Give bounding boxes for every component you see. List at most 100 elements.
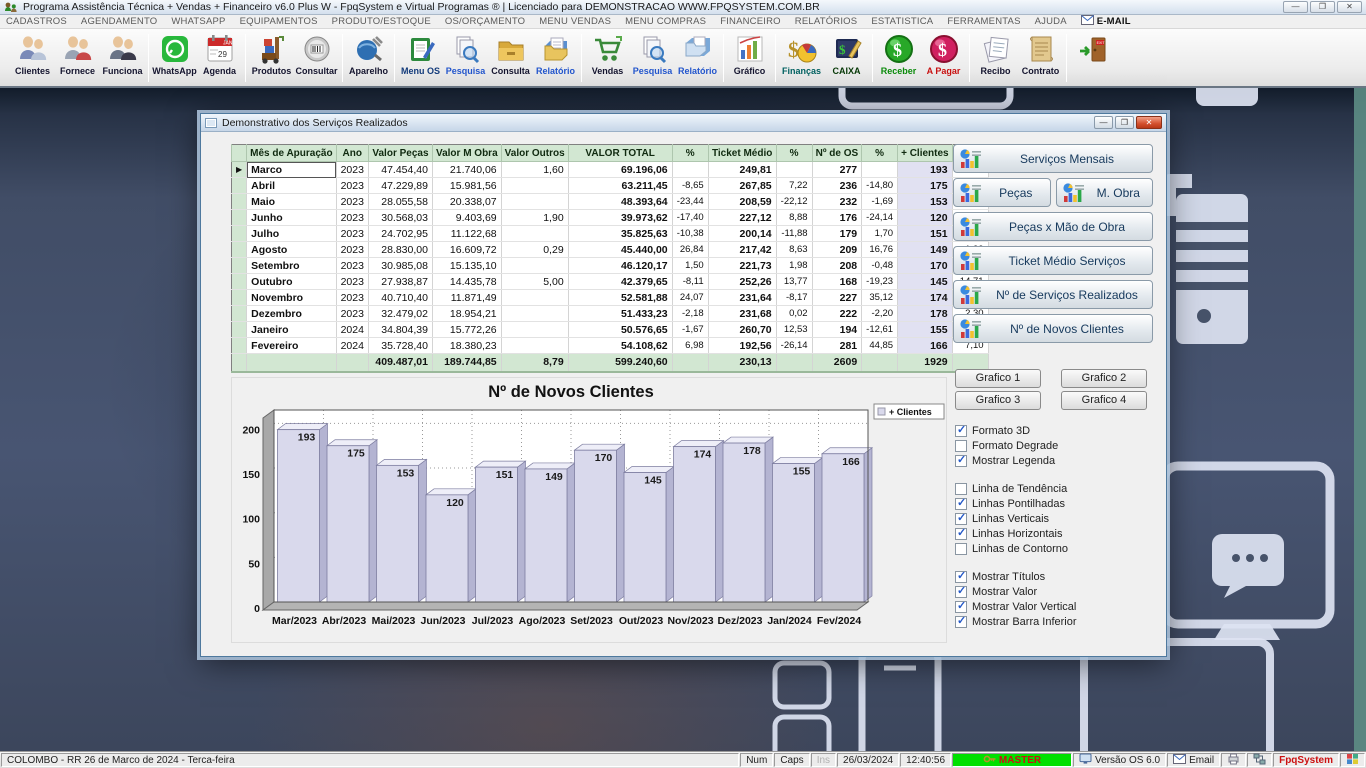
- cell[interactable]: 227,12: [708, 209, 777, 226]
- cell[interactable]: -1,69: [861, 193, 899, 210]
- row-selector[interactable]: [231, 257, 248, 274]
- menu-item-agendamento[interactable]: AGENDAMENTO: [81, 16, 157, 27]
- cell[interactable]: 178: [897, 305, 953, 322]
- cell[interactable]: 9.403,69: [432, 209, 502, 226]
- toolbar-button-contrato[interactable]: Contrato: [1018, 30, 1063, 86]
- cell[interactable]: 54.108,62: [568, 337, 673, 354]
- checkbox-linhas-pontilhadas[interactable]: Linhas Pontilhadas: [955, 496, 1153, 511]
- cell[interactable]: Maio: [246, 193, 337, 210]
- toolbar-button-vendas[interactable]: Vendas: [585, 30, 630, 86]
- cell[interactable]: Agosto: [246, 241, 337, 258]
- cell[interactable]: 8,88: [776, 209, 813, 226]
- toolbar-button-consultar[interactable]: Consultar: [294, 30, 339, 86]
- cell[interactable]: 209: [812, 241, 863, 258]
- cell[interactable]: 170: [897, 257, 953, 274]
- cell[interactable]: -19,23: [861, 273, 899, 290]
- cell[interactable]: 34.804,39: [368, 321, 433, 338]
- cell[interactable]: 267,85: [708, 177, 777, 194]
- cell[interactable]: 0,02: [776, 305, 813, 322]
- cell[interactable]: 281: [812, 337, 863, 354]
- cell[interactable]: 16,76: [861, 241, 899, 258]
- row-selector[interactable]: [231, 225, 248, 242]
- table-row[interactable]: Agosto 2023 28.830,00 16.609,72 0,29 45.440,0…: [231, 241, 989, 258]
- menu-item-menu-vendas[interactable]: MENU VENDAS: [539, 16, 611, 27]
- cell[interactable]: 155: [897, 321, 953, 338]
- cell[interactable]: 175: [897, 177, 953, 194]
- cell[interactable]: Setembro: [246, 257, 337, 274]
- cell[interactable]: 168: [812, 273, 863, 290]
- cell[interactable]: -8,65: [672, 177, 709, 194]
- toolbar-button-receber[interactable]: $ Receber: [876, 30, 921, 86]
- cell[interactable]: -8,11: [672, 273, 709, 290]
- checkbox-mostrar-legenda[interactable]: Mostrar Legenda: [955, 453, 1153, 468]
- table-row[interactable]: ▶ Marco 2023 47.454,40 21.740,06 1,60 69.196,0…: [231, 161, 989, 178]
- cell[interactable]: 153: [897, 193, 953, 210]
- cell[interactable]: 11.871,49: [432, 289, 502, 306]
- cell[interactable]: 221,73: [708, 257, 777, 274]
- chart-button-n-de-novos-clientes[interactable]: Nº de Novos Clientes: [953, 314, 1153, 343]
- cell[interactable]: 35,12: [861, 289, 899, 306]
- cell[interactable]: 252,26: [708, 273, 777, 290]
- cell[interactable]: 69.196,06: [568, 161, 673, 178]
- cell[interactable]: 51.433,23: [568, 305, 673, 322]
- table-row[interactable]: Dezembro 2023 32.479,02 18.954,21 51.433,23-…: [231, 305, 989, 322]
- cell[interactable]: 236: [812, 177, 863, 194]
- menu-item-estatistica[interactable]: ESTATISTICA: [871, 16, 933, 27]
- cell[interactable]: 120: [897, 209, 953, 226]
- cell[interactable]: 1,60: [501, 161, 569, 178]
- checkbox-linhas-verticais[interactable]: Linhas Verticais: [955, 511, 1153, 526]
- chart-button-m-obra[interactable]: M. Obra: [1055, 178, 1153, 207]
- cell[interactable]: 2024: [336, 321, 369, 338]
- row-selector[interactable]: [231, 273, 248, 290]
- cell[interactable]: 166: [897, 337, 953, 354]
- menu-item-cadastros[interactable]: CADASTROS: [6, 16, 67, 27]
- cell[interactable]: 46.120,17: [568, 257, 673, 274]
- table-row[interactable]: Abril 2023 47.229,89 15.981,56 63.211,45 -8,6…: [231, 177, 989, 194]
- row-selector[interactable]: [231, 193, 248, 210]
- cell[interactable]: 52.581,88: [568, 289, 673, 306]
- table-row[interactable]: Outubro 2023 27.938,87 14.435,78 5,00 42.379,…: [231, 273, 989, 290]
- toolbar-button-financ-as[interactable]: $ Finanças: [779, 30, 824, 86]
- cell[interactable]: 1,90: [501, 209, 569, 226]
- cell[interactable]: 42.379,65: [568, 273, 673, 290]
- cell[interactable]: 45.440,00: [568, 241, 673, 258]
- cell[interactable]: 18.380,23: [432, 337, 502, 354]
- row-selector[interactable]: [231, 209, 248, 226]
- cell[interactable]: 12,53: [776, 321, 813, 338]
- toolbar-button-fornece[interactable]: Fornece: [55, 30, 100, 86]
- cell[interactable]: -22,12: [776, 193, 813, 210]
- toolbar-button-funciona[interactable]: Funciona: [100, 30, 145, 86]
- cell[interactable]: 176: [812, 209, 863, 226]
- cell[interactable]: 63.211,45: [568, 177, 673, 194]
- window-minimize-button[interactable]: —: [1283, 1, 1308, 13]
- cell[interactable]: Outubro: [246, 273, 337, 290]
- cell[interactable]: 149: [897, 241, 953, 258]
- cell[interactable]: 1,70: [861, 225, 899, 242]
- chart-legend[interactable]: + Clientes: [873, 403, 945, 420]
- cell[interactable]: 208: [812, 257, 863, 274]
- cell[interactable]: 2023: [336, 305, 369, 322]
- cell[interactable]: 24,07: [672, 289, 709, 306]
- table-row[interactable]: Julho 2023 24.702,95 11.122,68 35.825,63 -10,…: [231, 225, 989, 242]
- cell[interactable]: 227: [812, 289, 863, 306]
- cell[interactable]: [501, 289, 569, 306]
- checkbox-linha-de-tende-ncia[interactable]: Linha de Tendência: [955, 481, 1153, 496]
- cell[interactable]: 232: [812, 193, 863, 210]
- cell[interactable]: 174: [897, 289, 953, 306]
- cell[interactable]: Marco: [246, 161, 337, 178]
- cell[interactable]: 8,63: [776, 241, 813, 258]
- table-row[interactable]: Fevereiro 2024 35.728,40 18.380,23 54.108,62…: [231, 337, 989, 354]
- cell[interactable]: 2023: [336, 257, 369, 274]
- cell[interactable]: 194: [812, 321, 863, 338]
- cell[interactable]: Julho: [246, 225, 337, 242]
- button-grafico-4[interactable]: Grafico 4: [1061, 391, 1147, 410]
- checkbox-formato-degrade[interactable]: Formato Degrade: [955, 438, 1153, 453]
- toolbar-button-produtos[interactable]: Produtos: [249, 30, 294, 86]
- cell[interactable]: 16.609,72: [432, 241, 502, 258]
- cell[interactable]: 47.454,40: [368, 161, 433, 178]
- cell[interactable]: Novembro: [246, 289, 337, 306]
- cell[interactable]: Fevereiro: [246, 337, 337, 354]
- button-grafico-1[interactable]: Grafico 1: [955, 369, 1041, 388]
- cell[interactable]: 28.055,58: [368, 193, 433, 210]
- table-row[interactable]: Maio 2023 28.055,58 20.338,07 48.393,64 -23,4…: [231, 193, 989, 210]
